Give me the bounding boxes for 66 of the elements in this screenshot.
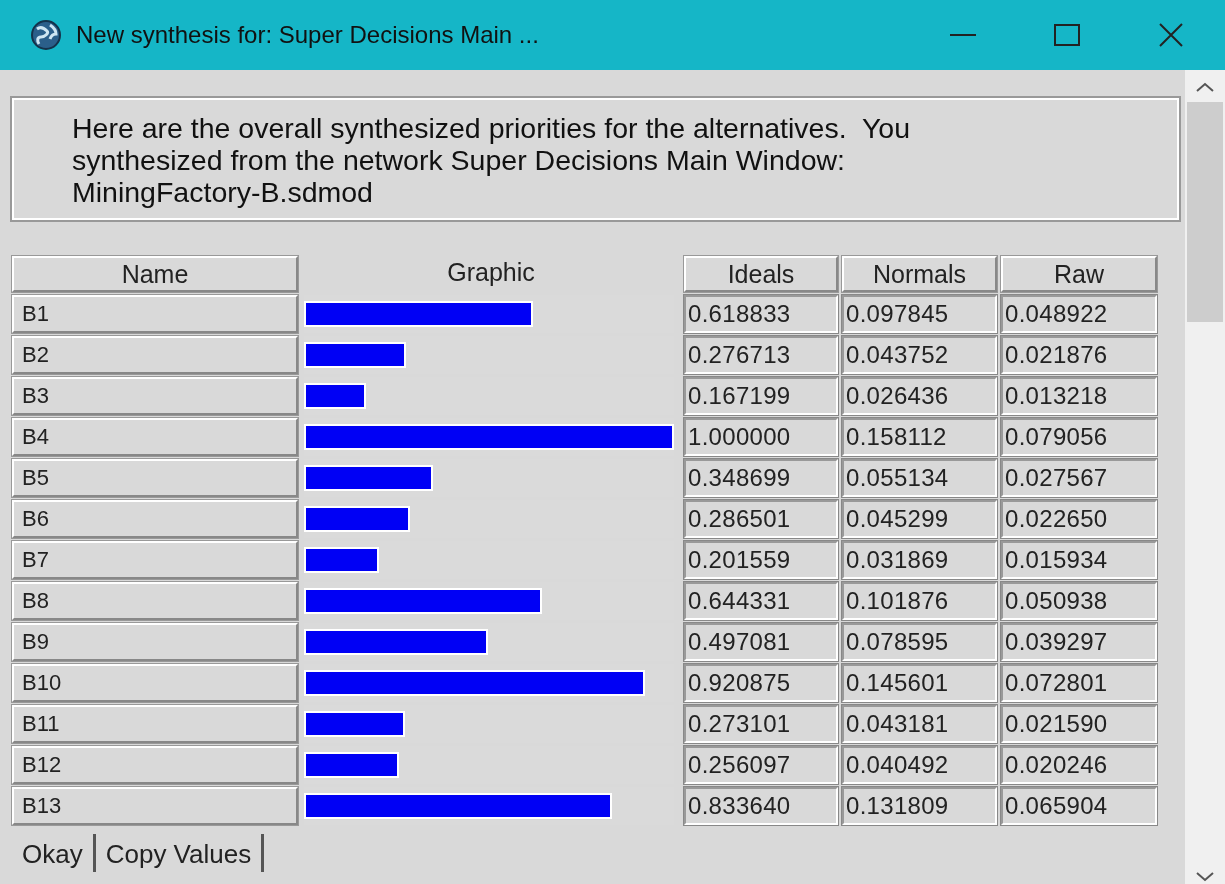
ideals-cell: 0.286501 xyxy=(684,500,838,538)
raw-cell: 0.072801 xyxy=(1001,664,1157,702)
normals-cell: 0.043181 xyxy=(842,705,997,743)
ideals-cell: 0.618833 xyxy=(684,295,838,333)
normals-cell: 0.131809 xyxy=(842,787,997,825)
maximize-icon xyxy=(1054,24,1080,46)
ideals-cell: 0.497081 xyxy=(684,623,838,661)
raw-cell: 0.079056 xyxy=(1001,418,1157,456)
normals-cell: 0.101876 xyxy=(842,582,997,620)
ideals-cell: 0.201559 xyxy=(684,541,838,579)
ideals-cell: 0.276713 xyxy=(684,336,838,374)
raw-cell: 0.050938 xyxy=(1001,582,1157,620)
name-cell: B10 xyxy=(12,664,298,702)
name-cell: B4 xyxy=(12,418,298,456)
name-cell: B11 xyxy=(12,705,298,743)
name-cell: B9 xyxy=(12,623,298,661)
raw-cell: 0.048922 xyxy=(1001,295,1157,333)
ideals-cell: 0.833640 xyxy=(684,787,838,825)
minimize-icon xyxy=(950,33,976,37)
column-header: Ideals xyxy=(684,256,838,292)
close-icon xyxy=(1158,22,1184,48)
normals-cell: 0.078595 xyxy=(842,623,997,661)
ideals-cell: 0.348699 xyxy=(684,459,838,497)
ideals-cell: 0.644331 xyxy=(684,582,838,620)
raw-cell: 0.021876 xyxy=(1001,336,1157,374)
name-cell: B6 xyxy=(12,500,298,538)
name-cell: B3 xyxy=(12,377,298,415)
name-cell: B7 xyxy=(12,541,298,579)
normals-cell: 0.158112 xyxy=(842,418,997,456)
normals-cell: 0.045299 xyxy=(842,500,997,538)
raw-cell: 0.015934 xyxy=(1001,541,1157,579)
column-header: Normals xyxy=(842,256,997,292)
window-title: New synthesis for: Super Decisions Main ... xyxy=(76,20,539,50)
scrollbar-thumb[interactable] xyxy=(1187,102,1223,322)
normals-cell: 0.040492 xyxy=(842,746,997,784)
name-cell: B13 xyxy=(12,787,298,825)
raw-cell: 0.020246 xyxy=(1001,746,1157,784)
scrollbar[interactable] xyxy=(1185,70,1225,884)
raw-cell: 0.065904 xyxy=(1001,787,1157,825)
name-cell: B12 xyxy=(12,746,298,784)
normals-cell: 0.026436 xyxy=(842,377,997,415)
raw-cell: 0.013218 xyxy=(1001,377,1157,415)
raw-cell: 0.022650 xyxy=(1001,500,1157,538)
normals-cell: 0.031869 xyxy=(842,541,997,579)
name-cell: B5 xyxy=(12,459,298,497)
name-cell: B1 xyxy=(12,295,298,333)
message-text: Here are the overall synthesized priorities for the alternatives. You synthesized from the network Super Decisions Main Window: MiningFactory-B.sdmod xyxy=(12,98,1179,220)
normals-cell: 0.145601 xyxy=(842,664,997,702)
ideals-cell: 0.256097 xyxy=(684,746,838,784)
raw-cell: 0.039297 xyxy=(1001,623,1157,661)
raw-cell: 0.027567 xyxy=(1001,459,1157,497)
normals-cell: 0.043752 xyxy=(842,336,997,374)
ideals-cell: 1.000000 xyxy=(684,418,838,456)
scroll-down-icon[interactable] xyxy=(1196,872,1214,882)
name-cell: B8 xyxy=(12,582,298,620)
column-header: Graphic xyxy=(446,257,536,288)
ideals-cell: 0.273101 xyxy=(684,705,838,743)
raw-cell: 0.021590 xyxy=(1001,705,1157,743)
normals-cell: 0.055134 xyxy=(842,459,997,497)
normals-cell: 0.097845 xyxy=(842,295,997,333)
scroll-up-icon[interactable] xyxy=(1196,82,1214,92)
name-cell: B2 xyxy=(12,336,298,374)
ideals-cell: 0.920875 xyxy=(684,664,838,702)
column-header: Name xyxy=(12,256,298,292)
ideals-cell: 0.167199 xyxy=(684,377,838,415)
column-header: Raw xyxy=(1001,256,1157,292)
